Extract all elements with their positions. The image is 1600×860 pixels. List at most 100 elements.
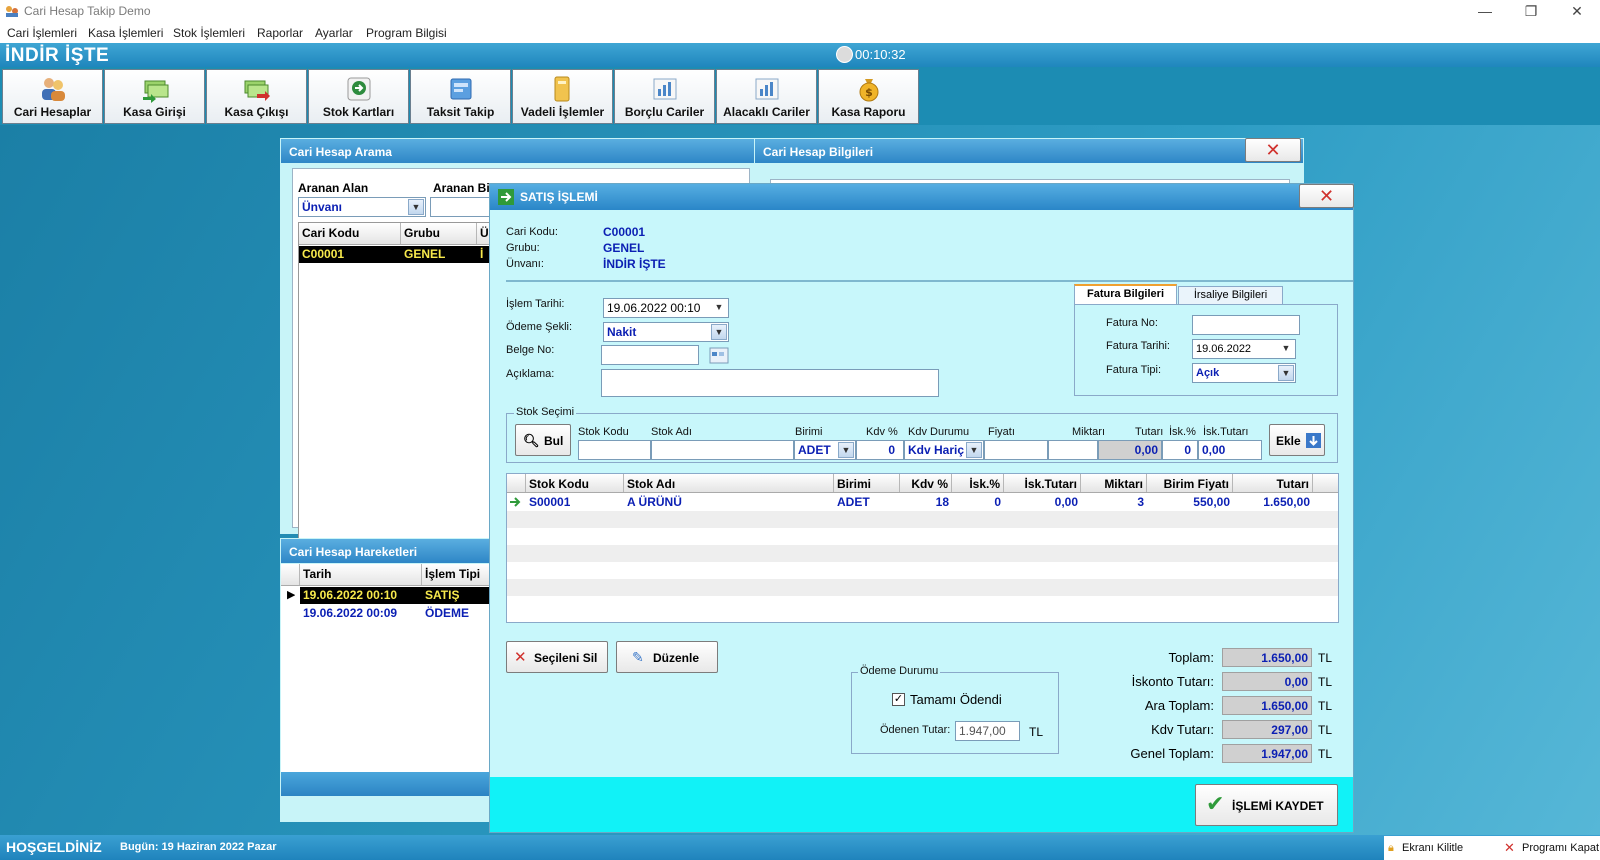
menu-ayarlar[interactable]: Ayarlar xyxy=(315,26,353,40)
aciklama-input[interactable] xyxy=(601,369,939,397)
col-tutari[interactable]: Tutarı xyxy=(1233,474,1313,492)
secileni-sil-button[interactable]: ✕ Seçileni Sil xyxy=(506,641,608,673)
col-birimi[interactable]: Birimi xyxy=(834,474,900,492)
tab-irsaliye-bilgileri[interactable]: İrsaliye Bilgileri xyxy=(1178,286,1283,304)
menu-program-bilgisi[interactable]: Program Bilgisi xyxy=(366,26,447,40)
pencil-icon: ✎ xyxy=(632,649,644,665)
ekrani-kilitle-button[interactable]: 🔒︎ Ekranı Kilitle xyxy=(1384,836,1492,860)
stok-adi-label: Stok Adı xyxy=(651,426,692,438)
arrow-right-icon xyxy=(498,189,514,205)
folder-icon xyxy=(554,76,570,102)
clock-icon xyxy=(836,46,853,63)
clock-time: 00:10:32 xyxy=(855,47,906,62)
menu-stok-islemleri[interactable]: Stok İşlemleri xyxy=(173,26,245,40)
islemi-kaydet-button[interactable]: ✔ İŞLEMİ KAYDET xyxy=(1195,784,1338,826)
calendar-picker-icon[interactable] xyxy=(709,346,729,364)
chevron-down-icon[interactable]: ▼ xyxy=(711,300,727,316)
chevron-down-icon[interactable]: ▼ xyxy=(408,199,424,215)
cell-grubu: GENEL xyxy=(404,247,446,261)
svg-text:$: $ xyxy=(865,86,873,99)
duzenle-button[interactable]: ✎ Düzenle xyxy=(616,641,718,673)
odenen-tutar-currency: TL xyxy=(1029,725,1044,739)
tamami-odendi-checkbox[interactable]: ✓ xyxy=(892,693,905,706)
cash-in-icon xyxy=(143,80,169,103)
tab-fatura-bilgileri[interactable]: Fatura Bilgileri xyxy=(1074,284,1177,304)
menu-raporlar[interactable]: Raporlar xyxy=(257,26,303,40)
col-grubu[interactable]: Grubu xyxy=(401,223,477,244)
fatura-tipi-select[interactable]: Açık ▼ xyxy=(1192,363,1296,383)
aranan-alan-select[interactable]: Ünvanı ▼ xyxy=(298,197,426,217)
col-stok-kodu[interactable]: Stok Kodu xyxy=(526,474,624,492)
miktari-input[interactable] xyxy=(1048,440,1098,460)
ekle-button[interactable]: Ekle xyxy=(1269,424,1325,456)
info-panel-close-button[interactable]: ✕ xyxy=(1245,138,1301,162)
col-kdv[interactable]: Kdv % xyxy=(900,474,952,492)
toolbar-kasa-raporu-button[interactable]: $ Kasa Raporu xyxy=(818,69,919,124)
chevron-down-icon[interactable]: ▼ xyxy=(966,442,982,458)
col-isk-tutari[interactable]: İsk.Tutarı xyxy=(1004,474,1081,492)
toolbar-borclu-cariler-button[interactable]: Borçlu Cariler xyxy=(614,69,715,124)
programi-kapat-button[interactable]: ✕ Programı Kapat xyxy=(1492,836,1600,860)
row-pointer-icon: ▶ xyxy=(287,589,296,601)
menu-bar: Cari İşlemleri Kasa İşlemleri Stok İşlem… xyxy=(0,23,1600,43)
toolbar-kasa-cikisi-button[interactable]: Kasa Çıkışı xyxy=(206,69,307,124)
menu-kasa-islemleri[interactable]: Kasa İşlemleri xyxy=(88,26,163,40)
kdv-input[interactable]: 0 xyxy=(856,440,904,460)
arrow-down-icon xyxy=(1306,433,1321,448)
chevron-down-icon[interactable]: ▼ xyxy=(838,442,854,458)
stok-kodu-input[interactable] xyxy=(578,440,651,460)
toolbar-label: Taksit Takip xyxy=(426,105,495,119)
odenen-tutar-input[interactable]: 1.947,00 xyxy=(955,721,1020,741)
bul-button[interactable]: 🔍︎ Bul xyxy=(515,424,571,456)
toolbar-cari-hesaplar-button[interactable]: Cari Hesaplar xyxy=(2,69,103,124)
kdv-tutari-currency: TL xyxy=(1318,723,1333,737)
birimi-value: ADET xyxy=(798,443,831,457)
maximize-button[interactable]: ❐ xyxy=(1508,0,1554,23)
col-birim-fiyati[interactable]: Birim Fiyatı xyxy=(1147,474,1233,492)
odeme-sekli-select[interactable]: Nakit ▼ xyxy=(603,322,729,342)
menu-cari-islemleri[interactable]: Cari İşlemleri xyxy=(7,26,77,40)
toolbar-taksit-takip-button[interactable]: Taksit Takip xyxy=(410,69,511,124)
duzenle-label: Düzenle xyxy=(653,651,700,665)
col-miktari[interactable]: Miktarı xyxy=(1081,474,1147,492)
stok-adi-input[interactable] xyxy=(651,440,794,460)
ara-toplam-label: Ara Toplam: xyxy=(1144,698,1214,713)
dialog-close-button[interactable]: ✕ xyxy=(1299,184,1354,208)
toolbar-stok-kartlari-button[interactable]: Stok Kartları xyxy=(308,69,409,124)
fatura-no-input[interactable] xyxy=(1192,315,1300,335)
cell-islem-tipi: ÖDEME xyxy=(425,606,470,620)
col-cari-kodu[interactable]: Cari Kodu xyxy=(299,223,401,244)
cell-unvan: İ xyxy=(480,247,484,261)
aranan-bilgi-input[interactable] xyxy=(430,197,490,217)
toolbar-alacakli-cariler-button[interactable]: Alacaklı Cariler xyxy=(716,69,817,124)
cell-tarih: 19.06.2022 00:09 xyxy=(303,606,398,620)
chevron-down-icon[interactable]: ▼ xyxy=(1278,365,1294,381)
col-isk[interactable]: İsk.% xyxy=(952,474,1004,492)
toolbar-kasa-girisi-button[interactable]: Kasa Girişi xyxy=(104,69,205,124)
chevron-down-icon[interactable]: ▼ xyxy=(1278,341,1294,357)
isk-value: 0 xyxy=(1184,443,1191,457)
col-islem-tipi[interactable]: İşlem Tipi xyxy=(422,564,492,585)
chevron-down-icon[interactable]: ▼ xyxy=(711,324,727,340)
islem-tarihi-picker[interactable]: 19.06.2022 00:10 ▼ xyxy=(603,298,729,318)
isk-label: İsk.% xyxy=(1169,426,1196,438)
minimize-button[interactable]: — xyxy=(1462,0,1508,23)
col-tarih[interactable]: Tarih xyxy=(300,564,422,585)
table-row[interactable]: S00001 A ÜRÜNÜ ADET 18 0 0,00 3 550,00 1… xyxy=(507,494,1338,511)
belge-no-input[interactable] xyxy=(601,345,699,365)
fatura-tipi-label: Fatura Tipi: xyxy=(1106,364,1162,376)
toolbar-vadeli-islemler-button[interactable]: Vadeli İşlemler xyxy=(512,69,613,124)
fatura-tarihi-picker[interactable]: 19.06.2022 ▼ xyxy=(1192,339,1296,359)
toolbar-label: Kasa Raporu xyxy=(831,105,906,119)
close-window-button[interactable]: ✕ xyxy=(1554,0,1600,23)
kdv-durumu-select[interactable]: Kdv Hariç ▼ xyxy=(904,440,984,460)
isk-tutari-input[interactable]: 0,00 xyxy=(1198,440,1262,460)
fiyati-input[interactable] xyxy=(984,440,1048,460)
toplam-label: Toplam: xyxy=(1168,650,1214,665)
col-stok-adi[interactable]: Stok Adı xyxy=(624,474,834,492)
isk-input[interactable]: 0 xyxy=(1162,440,1198,460)
iskonto-tutari-label: İskonto Tutarı: xyxy=(1131,674,1214,689)
cell-miktari: 3 xyxy=(1137,495,1144,509)
birimi-select[interactable]: ADET ▼ xyxy=(794,440,856,460)
aranan-alan-label: Aranan Alan xyxy=(298,181,369,195)
